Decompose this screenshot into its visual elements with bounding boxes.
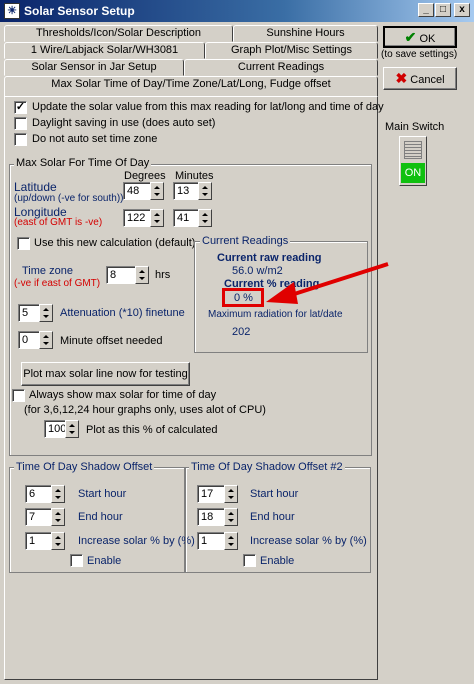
shadow2-increase-spinner[interactable] [224, 532, 238, 550]
new-calc-label: Use this new calculation (default) [34, 237, 196, 249]
latitude-minutes-spinner[interactable] [198, 182, 212, 200]
shadow2-enable-checkbox[interactable] [243, 554, 256, 567]
tab-solar-jar[interactable]: Solar Sensor in Jar Setup [4, 59, 184, 76]
shadow2-increase-input[interactable]: 1 [197, 532, 225, 550]
tab-thresholds[interactable]: Thresholds/Icon/Solar Description [4, 25, 233, 42]
main-switch[interactable]: ON [399, 136, 427, 186]
shadow1-increase-label: Increase solar % by (%) [78, 535, 195, 547]
x-icon: ✖ [395, 70, 408, 86]
no-tz-label: Do not auto set time zone [32, 133, 158, 145]
degrees-header: Degrees [124, 170, 166, 182]
longitude-degrees-spinner[interactable] [150, 209, 164, 227]
update-checkbox[interactable]: ✓ [14, 101, 27, 114]
always-show-note: (for 3,6,12,24 hour graphs only, uses al… [24, 404, 266, 416]
cancel-label: Cancel [410, 74, 445, 86]
switch-grip [404, 141, 422, 159]
shadow1-start-spinner[interactable] [51, 485, 65, 503]
shadow-offset-title: Time Of Day Shadow Offset [14, 461, 155, 473]
shadow2-end-input[interactable]: 18 [197, 508, 225, 526]
longitude-minutes-input[interactable]: 41 [173, 209, 199, 227]
ok-button[interactable]: ✔ OK [383, 26, 457, 48]
latitude-degrees-input[interactable]: 48 [123, 182, 151, 200]
longitude-minutes-spinner[interactable] [198, 209, 212, 227]
max-radiation-header: Maximum radiation for lat/date [208, 309, 343, 320]
tab-graph-plot[interactable]: Graph Plot/Misc Settings [205, 42, 378, 59]
minutes-header: Minutes [175, 170, 214, 182]
longitude-degrees-input[interactable]: 122 [123, 209, 151, 227]
check-icon: ✔ [404, 29, 417, 45]
plot-pct-input[interactable]: 100 [44, 420, 66, 438]
shadow-offset-2-title: Time Of Day Shadow Offset #2 [189, 461, 345, 473]
minute-offset-label: Minute offset needed [60, 335, 163, 347]
latitude-minutes-input[interactable]: 13 [173, 182, 199, 200]
shadow1-end-label: End hour [78, 511, 123, 523]
minute-offset-input[interactable]: 0 [18, 331, 40, 349]
pct-reading-value: 0 % [234, 292, 253, 304]
minimize-button[interactable]: _ [418, 3, 434, 17]
shadow2-end-label: End hour [250, 511, 295, 523]
longitude-sub: (east of GMT is -ve) [14, 217, 103, 228]
attenuation-spinner[interactable] [39, 304, 53, 322]
shadow2-start-spinner[interactable] [224, 485, 238, 503]
tab-sunshine-hours[interactable]: Sunshine Hours [233, 25, 378, 42]
annotation-arrow [266, 262, 389, 304]
shadow2-end-spinner[interactable] [224, 508, 238, 526]
shadow1-start-label: Start hour [78, 488, 127, 500]
tab-1wire-labjack[interactable]: 1 Wire/Labjack Solar/WH3081 [4, 42, 205, 59]
maximize-button[interactable]: □ [435, 3, 451, 17]
latitude-label: Latitude [14, 180, 57, 194]
latitude-degrees-spinner[interactable] [150, 182, 164, 200]
dst-label: Daylight saving in use (does auto set) [32, 117, 216, 129]
always-show-checkbox[interactable] [12, 389, 25, 402]
shadow1-end-spinner[interactable] [51, 508, 65, 526]
always-show-label: Always show max solar for time of day [29, 389, 217, 401]
shadow1-enable-label: Enable [87, 555, 122, 567]
title-bar: ☀ Solar Sensor Setup _ □ x [0, 0, 474, 22]
main-switch-label: Main Switch [385, 121, 445, 133]
ok-label: OK [419, 33, 436, 45]
timezone-spinner[interactable] [135, 266, 149, 284]
tab-current-readings[interactable]: Current Readings [184, 59, 378, 76]
shadow1-increase-input[interactable]: 1 [25, 532, 52, 550]
shadow2-increase-label: Increase solar % by (%) [250, 535, 367, 547]
attenuation-label: Attenuation (*10) finetune [60, 307, 185, 319]
update-label: Update the solar value from this max rea… [32, 101, 384, 113]
timezone-unit: hrs [155, 269, 171, 281]
attenuation-input[interactable]: 5 [18, 304, 40, 322]
ok-hint: (to save settings) [381, 49, 458, 60]
max-radiation-value: 202 [232, 326, 251, 338]
timezone-input[interactable]: 8 [106, 266, 136, 284]
cancel-button[interactable]: ✖ Cancel [383, 67, 457, 90]
shadow2-start-label: Start hour [250, 488, 299, 500]
app-icon: ☀ [4, 3, 20, 19]
shadow1-increase-spinner[interactable] [51, 532, 65, 550]
timezone-sub: (-ve if east of GMT) [14, 278, 101, 289]
no-tz-checkbox[interactable] [14, 133, 27, 146]
current-readings-title: Current Readings [200, 235, 291, 247]
shadow1-end-input[interactable]: 7 [25, 508, 52, 526]
max-solar-title: Max Solar For Time Of Day [14, 157, 152, 169]
dst-checkbox[interactable] [14, 117, 27, 130]
shadow1-start-input[interactable]: 6 [25, 485, 52, 503]
latitude-sub: (up/down (-ve for south)) [14, 193, 124, 204]
shadow2-start-input[interactable]: 17 [197, 485, 225, 503]
minute-offset-spinner[interactable] [39, 331, 53, 349]
plot-button[interactable]: Plot max solar line now for testing [21, 362, 190, 386]
shadow1-enable-checkbox[interactable] [70, 554, 83, 567]
plot-pct-spinner[interactable] [65, 420, 79, 438]
tab-max-solar[interactable]: Max Solar Time of Day/Time Zone/Lat/Long… [4, 76, 378, 97]
window-title: Solar Sensor Setup [24, 4, 135, 18]
switch-state: ON [401, 163, 425, 183]
new-calc-checkbox[interactable] [17, 237, 30, 250]
timezone-label: Time zone [22, 265, 73, 277]
shadow2-enable-label: Enable [260, 555, 295, 567]
plot-pct-label: Plot as this % of calculated [86, 424, 218, 436]
close-button[interactable]: x [454, 3, 470, 17]
